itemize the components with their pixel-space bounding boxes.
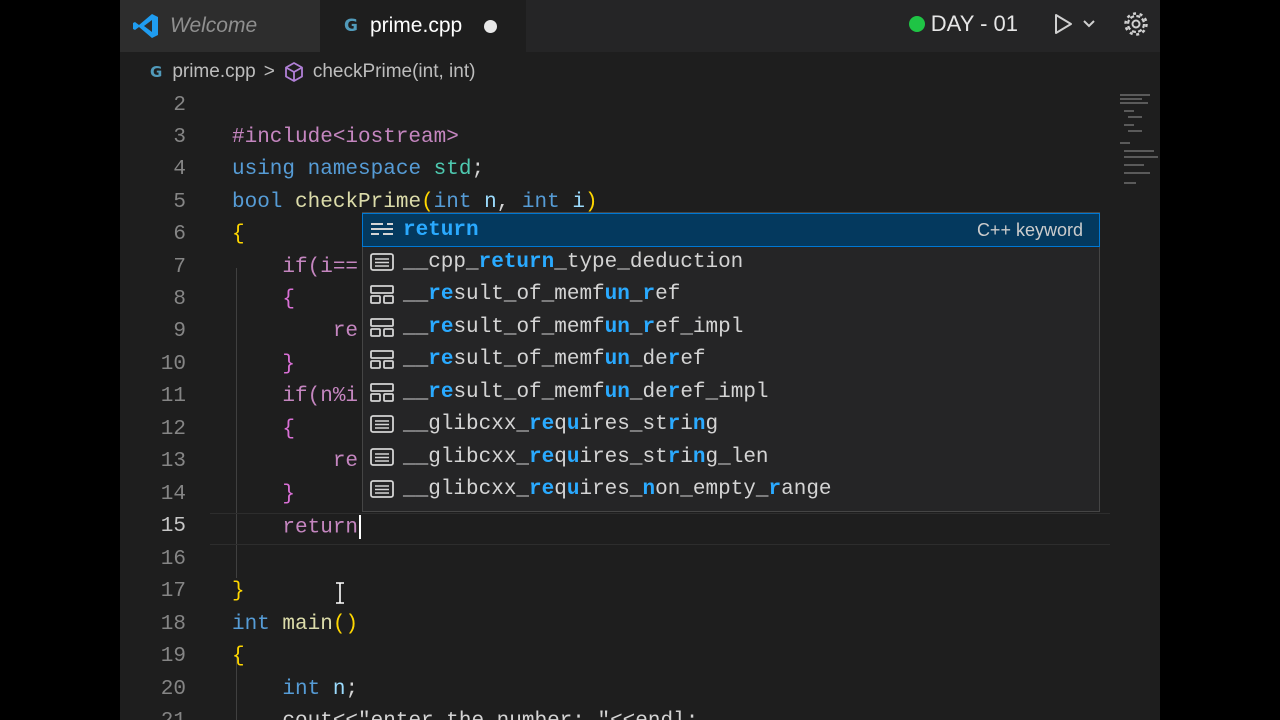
unsaved-dot-icon[interactable] <box>484 19 498 33</box>
editor-actions: DAY - 01 <box>908 0 1150 48</box>
tab-welcome[interactable]: Welcome <box>120 0 320 52</box>
code-line-current: 15 return <box>120 513 1120 545</box>
code-line: 4 using namespace std; <box>173 158 485 181</box>
suggest-detail: C++ keyword <box>976 219 1083 240</box>
code-line: 17 } <box>160 580 245 603</box>
text-icon <box>370 415 394 433</box>
suggest-item[interactable]: __glibcxx_requires_string <box>363 408 1099 440</box>
code-line: 18 int main() <box>160 613 359 636</box>
breadcrumb-separator: > <box>263 61 275 82</box>
vs-logo-icon <box>133 14 158 38</box>
code-line: 3 #include<iostream> <box>173 126 459 149</box>
symbol-method-icon <box>284 62 303 82</box>
tab-bar: Welcome G prime.cpp DAY - 01 <box>120 0 1160 52</box>
breadcrumb-file[interactable]: prime.cpp <box>172 61 255 83</box>
breadcrumb-symbol[interactable]: checkPrime(int, int) <box>313 61 476 83</box>
run-icon[interactable] <box>1052 12 1074 36</box>
code-line: 16 <box>160 548 186 571</box>
status-dot-icon <box>908 16 925 32</box>
ibeam-cursor-icon <box>336 582 344 604</box>
struct-icon <box>370 350 394 369</box>
code-line: 21 cout<<"enter the number: "<<endl; <box>120 708 1120 720</box>
struct-icon <box>370 383 394 402</box>
suggest-item[interactable]: __cpp_return_type_deduction <box>363 246 1099 278</box>
keyword-icon <box>371 223 393 235</box>
struct-icon <box>370 318 394 337</box>
suggest-item[interactable]: __result_of_memfun_deref <box>363 343 1099 375</box>
suggest-item[interactable]: __result_of_memfun_deref_impl <box>363 376 1099 408</box>
tab-welcome-label: Welcome <box>170 14 258 37</box>
text-icon <box>370 253 394 271</box>
tab-prime-label: prime.cpp <box>369 14 463 37</box>
suggest-item[interactable]: __result_of_memfun_ref_impl <box>363 311 1099 343</box>
day-label: DAY - 01 <box>930 11 1018 36</box>
tab-prime-cpp[interactable]: G prime.cpp <box>320 0 526 52</box>
text-icon <box>370 448 394 466</box>
chevron-down-icon[interactable] <box>1082 19 1096 29</box>
cpp-file-icon: G <box>344 16 358 36</box>
code-line: 20 int n; <box>160 678 359 701</box>
text-icon <box>370 480 394 498</box>
suggest-item-return[interactable]: return C++ keyword <box>362 213 1100 247</box>
struct-icon <box>370 285 394 304</box>
text-caret <box>359 515 362 539</box>
vscode-window: Welcome G prime.cpp DAY - 01 G prime.cpp <box>120 0 1160 720</box>
breadcrumb: G prime.cpp > checkPrime(int, int) <box>120 52 1160 92</box>
suggest-item[interactable]: __glibcxx_requires_non_empty_range <box>363 473 1099 505</box>
code-line: 2 <box>173 94 186 117</box>
suggest-widget[interactable]: return C++ keyword __cpp_return_type_ded… <box>362 212 1100 512</box>
suggest-item[interactable]: __result_of_memfun_ref <box>363 278 1099 310</box>
code-line: 19 { <box>160 645 245 668</box>
suggest-item[interactable]: __glibcxx_requires_string_len <box>363 441 1099 473</box>
cpp-file-icon: G <box>150 63 163 81</box>
gear-icon[interactable] <box>1122 10 1150 38</box>
